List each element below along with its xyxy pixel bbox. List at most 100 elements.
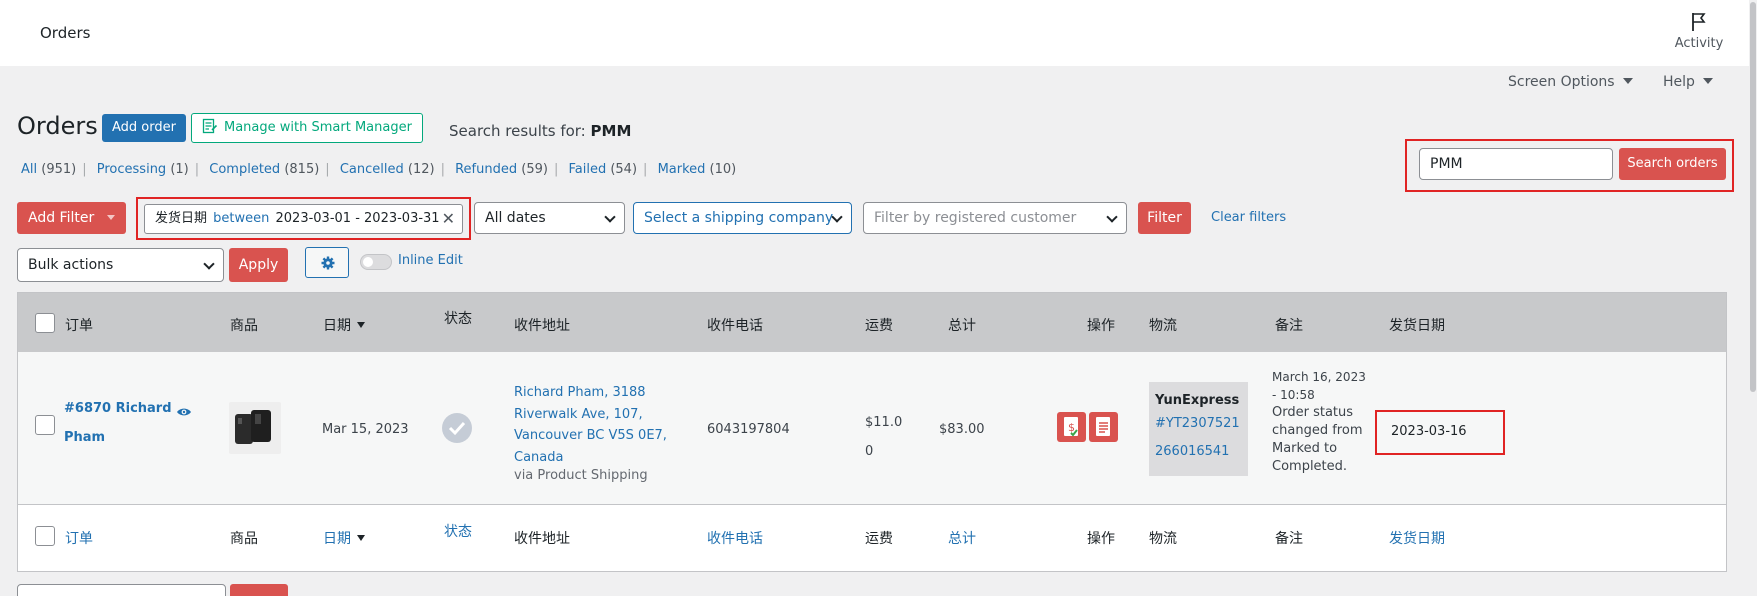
view-all[interactable]: All (951) [21, 162, 76, 177]
tracking-number-line1[interactable]: #YT2307521 [1155, 410, 1242, 438]
activity-button[interactable]: Activity [1668, 12, 1730, 51]
view-processing-count: (1) [170, 162, 189, 177]
view-failed-label[interactable]: Failed [568, 162, 606, 177]
view-processing[interactable]: Processing (1) [97, 162, 189, 177]
view-processing-label[interactable]: Processing [97, 162, 166, 177]
page-title: Orders [17, 112, 98, 140]
bulk-actions-select-bottom[interactable] [17, 584, 226, 596]
footer-column-shipping-fee: 运费 [865, 531, 893, 547]
column-date[interactable]: 日期 [323, 315, 365, 335]
view-refunded-label[interactable]: Refunded [455, 162, 517, 177]
view-separator: | [325, 162, 330, 177]
search-orders-button[interactable]: Search orders [1619, 148, 1726, 180]
footer-column-actions: 操作 [1087, 531, 1115, 547]
ship-date-filter-chip[interactable]: 发货日期 between 2023-03-01 - 2023-03-31 ✕ [144, 204, 463, 234]
table-header: 订单 商品 日期 状态 收件地址 收件电话 运费 总计 操作 物流 备注 发货日… [18, 293, 1726, 352]
column-phone: 收件电话 [707, 318, 763, 334]
column-settings-button[interactable] [305, 247, 349, 278]
dates-select[interactable]: All dates [474, 202, 625, 234]
customer-filter-select[interactable]: Filter by registered customer [863, 202, 1127, 234]
customer-filter-placeholder: Filter by registered customer [874, 210, 1077, 226]
filter-chip-highlight-box: 发货日期 between 2023-03-01 - 2023-03-31 ✕ [136, 197, 471, 240]
view-failed[interactable]: Failed (54) [568, 162, 637, 177]
sort-desc-icon [357, 322, 365, 328]
footer-column-order[interactable]: 订单 [65, 528, 93, 548]
invoice-icon[interactable]: $ [1057, 412, 1086, 442]
view-refunded[interactable]: Refunded (59) [455, 162, 548, 177]
scrollbar-thumb[interactable] [1750, 2, 1756, 392]
completed-status-icon [442, 413, 472, 443]
tracking-number-line2[interactable]: 266016541 [1155, 438, 1242, 466]
column-address: 收件地址 [514, 318, 570, 334]
clear-filters-link[interactable]: Clear filters [1211, 210, 1286, 225]
inline-edit-label[interactable]: Inline Edit [398, 253, 463, 268]
view-failed-count: (54) [610, 162, 638, 177]
preview-eye-icon[interactable] [176, 406, 192, 418]
screen-options-tab[interactable]: Screen Options [1508, 74, 1633, 90]
view-completed[interactable]: Completed (815) [209, 162, 319, 177]
view-cancelled-label[interactable]: Cancelled [340, 162, 404, 177]
column-actions: 操作 [1087, 318, 1115, 334]
search-input[interactable]: PMM [1419, 148, 1613, 180]
footer-column-product: 商品 [230, 531, 258, 547]
inline-edit-toggle[interactable] [360, 254, 392, 270]
order-link[interactable]: #6870 Richard Pham [64, 394, 184, 452]
column-status: 状态 [444, 311, 472, 327]
chevron-down-icon [203, 258, 215, 270]
shipping-address-link[interactable]: Richard Pham, 3188 Riverwalk Ave, 107, V… [514, 382, 684, 468]
footer-column-phone[interactable]: 收件电话 [707, 528, 763, 548]
view-separator: | [82, 162, 87, 177]
footer-column-date[interactable]: 日期 [323, 528, 365, 548]
column-logistics: 物流 [1149, 318, 1177, 334]
smart-manager-button[interactable]: Manage with Smart Manager [191, 113, 423, 143]
bulk-actions-value: Bulk actions [28, 257, 114, 273]
packing-slip-icon[interactable] [1089, 412, 1118, 442]
product-thumbnail[interactable] [229, 402, 281, 454]
remove-filter-icon[interactable]: ✕ [442, 205, 455, 233]
smart-manager-label: Manage with Smart Manager [224, 120, 412, 135]
view-cancelled-count: (12) [407, 162, 435, 177]
view-marked[interactable]: Marked (10) [658, 162, 737, 177]
shipping-company-select[interactable]: Select a shipping company [633, 202, 852, 234]
row-checkbox[interactable] [35, 415, 55, 435]
apply-button[interactable]: Apply [229, 248, 288, 282]
add-filter-button[interactable]: Add Filter [17, 202, 126, 234]
chevron-down-icon [1106, 211, 1118, 223]
add-order-button[interactable]: Add order [102, 114, 186, 142]
screen-options-label: Screen Options [1508, 74, 1615, 90]
activity-label: Activity [1674, 36, 1724, 51]
order-date: Mar 15, 2023 [322, 422, 409, 437]
column-notes: 备注 [1275, 318, 1303, 334]
filter-chip-value: 2023-03-01 - 2023-03-31 [275, 211, 440, 226]
apply-button-bottom[interactable] [230, 584, 288, 596]
product-image [235, 410, 271, 444]
column-total: 总计 [948, 318, 976, 334]
bulk-actions-select[interactable]: Bulk actions [17, 248, 224, 282]
view-completed-label[interactable]: Completed [209, 162, 280, 177]
spreadsheet-icon [202, 118, 218, 134]
footer-column-notes: 备注 [1275, 531, 1303, 547]
shipping-method: via Product Shipping [514, 468, 648, 483]
view-all-label[interactable]: All [21, 162, 37, 177]
column-shipping-fee: 运费 [865, 318, 893, 334]
view-all-count: (951) [41, 162, 77, 177]
filter-button[interactable]: Filter [1138, 202, 1191, 234]
chevron-down-icon [604, 211, 616, 223]
search-highlight-box: PMM Search orders [1405, 139, 1734, 192]
column-ship-date: 发货日期 [1389, 318, 1445, 334]
help-tab[interactable]: Help [1663, 74, 1713, 90]
flag-icon [1692, 13, 1706, 31]
footer-column-status[interactable]: 状态 [444, 521, 472, 541]
footer-column-ship-date[interactable]: 发货日期 [1389, 528, 1445, 548]
view-marked-label[interactable]: Marked [658, 162, 706, 177]
shipping-company-value: Select a shipping company [644, 210, 834, 226]
note-text: Order status changed from Marked to Comp… [1272, 405, 1363, 474]
footer-column-total[interactable]: 总计 [948, 528, 976, 548]
table-row[interactable]: #6870 Richard Pham Mar 15, 2023 Richard … [18, 352, 1726, 505]
filter-chip-operator: between [213, 211, 270, 226]
scrollbar[interactable] [1749, 0, 1757, 596]
select-all-checkbox[interactable] [35, 313, 55, 333]
view-cancelled[interactable]: Cancelled (12) [340, 162, 435, 177]
view-separator: | [553, 162, 559, 177]
select-all-checkbox-footer[interactable] [35, 526, 55, 546]
